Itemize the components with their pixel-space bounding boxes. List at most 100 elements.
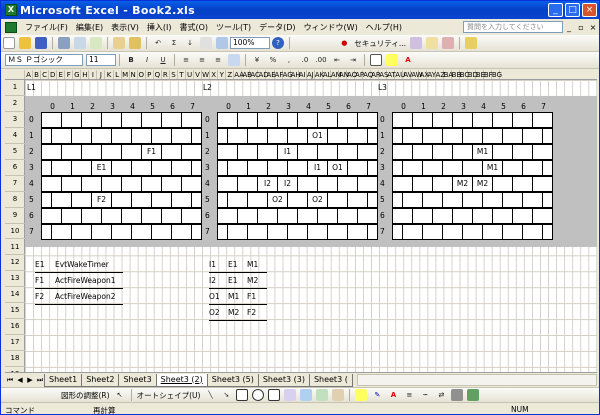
column-header-be[interactable]: BE (476, 70, 485, 79)
new-file-icon[interactable] (3, 37, 15, 49)
brick-cell[interactable] (492, 143, 513, 160)
brick-cell[interactable] (317, 207, 338, 224)
brick-cell[interactable] (367, 223, 378, 240)
row-header-9[interactable]: 9 (5, 208, 25, 224)
column-header-an[interactable]: AN (339, 70, 349, 79)
brick-cell[interactable] (327, 223, 348, 240)
menu-view[interactable]: 表示(V) (107, 22, 143, 33)
brick-cell[interactable] (522, 159, 543, 176)
brick-cell[interactable] (492, 175, 513, 192)
brick-cell[interactable] (171, 159, 192, 176)
sort-ascending-icon[interactable]: ↓ (184, 37, 196, 49)
autoshape-menu-button[interactable]: オートシェイプ(U) (137, 390, 201, 401)
shape-fill-icon[interactable] (355, 389, 368, 401)
row-header-2[interactable]: 2 (5, 96, 25, 112)
brick-cell[interactable] (247, 191, 268, 208)
brick-cell[interactable] (191, 127, 202, 144)
brick-cell[interactable] (171, 223, 192, 240)
brick-cell[interactable] (452, 111, 473, 128)
brick-cell[interactable] (482, 223, 503, 240)
brick-cell[interactable] (357, 207, 378, 224)
borders-icon[interactable] (370, 54, 382, 66)
brick-cell[interactable] (217, 207, 238, 224)
align-left-icon[interactable]: ≡ (180, 54, 192, 66)
brick-cell[interactable] (41, 175, 62, 192)
column-header-bd[interactable]: BD (468, 70, 478, 79)
brick-cell[interactable] (297, 207, 318, 224)
brick-cell[interactable] (402, 191, 423, 208)
undo-icon[interactable]: ↶ (152, 37, 164, 49)
brick-cell[interactable] (171, 127, 192, 144)
brick-cell[interactable]: M1 (472, 143, 493, 160)
minimize-button[interactable]: _ (548, 3, 563, 17)
brick-cell[interactable] (442, 127, 463, 144)
brick-cell[interactable] (442, 191, 463, 208)
brick-cell[interactable] (181, 175, 202, 192)
brick-cell[interactable] (432, 111, 453, 128)
brick-cell[interactable] (237, 207, 258, 224)
column-header-r[interactable]: R (162, 70, 170, 79)
decrease-indent-icon[interactable]: ⇤ (331, 54, 343, 66)
column-header-m[interactable]: M (122, 70, 130, 79)
textbox-tool-icon[interactable] (268, 389, 281, 401)
close-button[interactable]: × (582, 3, 597, 17)
brick-cell[interactable] (337, 143, 358, 160)
column-header-ag[interactable]: AG (283, 70, 293, 79)
brick-cell[interactable] (452, 143, 473, 160)
select-objects-icon[interactable]: ↖ (114, 389, 126, 401)
brick-cell[interactable] (402, 159, 423, 176)
brick-cell[interactable] (522, 191, 543, 208)
maximize-button[interactable]: □ (565, 3, 580, 17)
brick-cell[interactable] (51, 223, 72, 240)
column-header-o[interactable]: O (138, 70, 146, 79)
brick-cell[interactable] (347, 127, 368, 144)
brick-cell[interactable] (71, 223, 92, 240)
next-sheet-icon[interactable]: ▶ (25, 376, 35, 384)
open-folder-icon[interactable] (19, 37, 31, 49)
brick-cell[interactable] (217, 143, 238, 160)
brick-cell[interactable] (347, 223, 368, 240)
line-tool-icon[interactable]: ╲ (204, 389, 216, 401)
column-header-ay[interactable]: AY (428, 70, 436, 79)
clipart-icon[interactable] (316, 389, 329, 401)
brick-cell[interactable] (217, 175, 238, 192)
column-header-v[interactable]: V (194, 70, 203, 79)
brick-cell[interactable] (131, 191, 152, 208)
column-header-f[interactable]: F (65, 70, 74, 79)
draw-menu-button[interactable]: 図形の調整(R) (61, 390, 110, 401)
brick-cell[interactable] (422, 159, 443, 176)
print-preview-icon[interactable] (74, 37, 86, 49)
brick-cell[interactable] (462, 223, 483, 240)
brick-cell[interactable] (432, 207, 453, 224)
column-header-bg[interactable]: BG (492, 70, 502, 79)
brick-cell[interactable]: M2 (472, 175, 493, 192)
column-header-bc[interactable]: BC (460, 70, 469, 79)
brick-cell[interactable] (227, 159, 248, 176)
brick-cell[interactable] (327, 191, 348, 208)
brick-cell[interactable] (357, 143, 378, 160)
brick-cell[interactable] (317, 143, 338, 160)
brick-cell[interactable] (502, 159, 523, 176)
brick-cell[interactable] (412, 207, 433, 224)
brick-cell[interactable] (347, 159, 368, 176)
menu-data[interactable]: データ(D) (255, 22, 299, 33)
column-header-d[interactable]: D (49, 70, 58, 79)
sum-icon[interactable]: Σ (168, 37, 180, 49)
currency-icon[interactable]: ¥ (251, 54, 263, 66)
brick-cell[interactable] (217, 111, 238, 128)
brick-cell[interactable] (131, 223, 152, 240)
drawing-icon[interactable] (216, 37, 228, 49)
brick-cell[interactable] (287, 159, 308, 176)
brick-cell[interactable] (442, 223, 463, 240)
brick-cell[interactable] (462, 159, 483, 176)
brick-cell[interactable] (512, 143, 533, 160)
brick-cell[interactable] (392, 175, 413, 192)
brick-cell[interactable] (277, 207, 298, 224)
brick-cell[interactable] (542, 191, 553, 208)
brick-cell[interactable] (101, 111, 122, 128)
bold-button[interactable]: B (125, 54, 137, 66)
row-header-4[interactable]: 4 (5, 128, 25, 144)
brick-cell[interactable] (502, 223, 523, 240)
brick-cell[interactable] (101, 207, 122, 224)
column-header-bf[interactable]: BF (484, 70, 493, 79)
